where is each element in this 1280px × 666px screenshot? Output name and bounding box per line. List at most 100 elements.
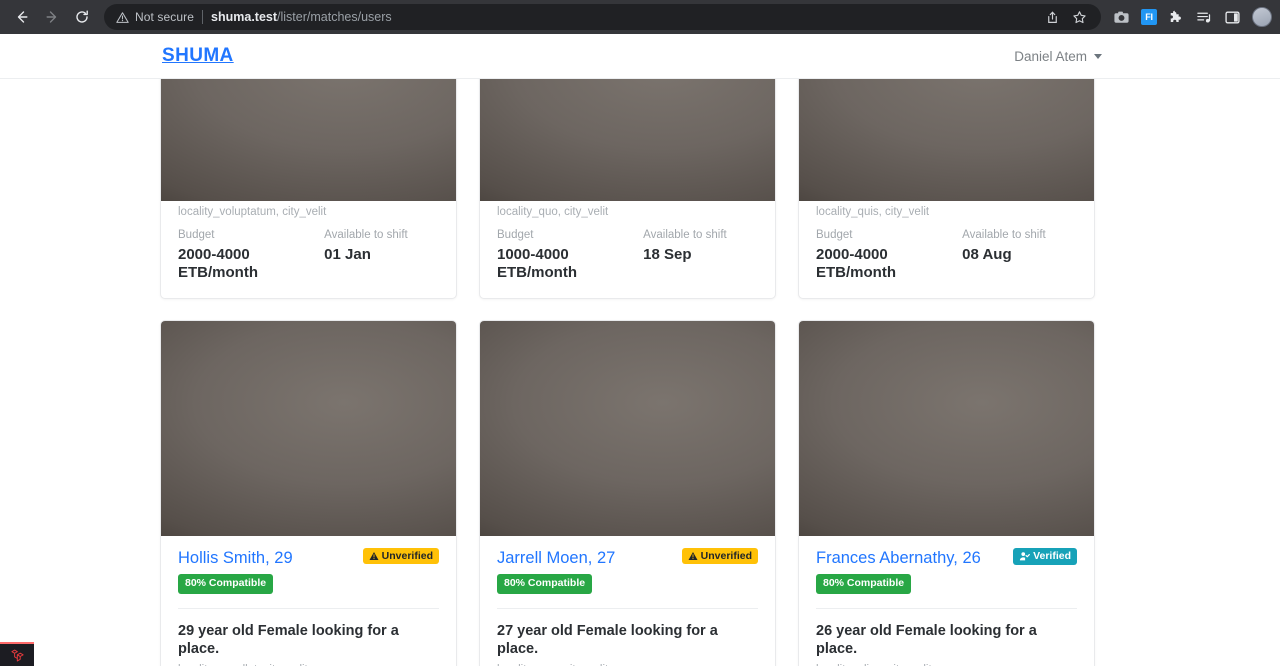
match-card[interactable]: locality_quo, city_velit Budget 1000-400… [479, 79, 776, 299]
puzzle-piece-icon[interactable] [1168, 9, 1185, 26]
match-name-link[interactable]: Frances Abernathy, 26 [816, 548, 981, 569]
match-photo [161, 79, 456, 201]
match-name-row: Frances Abernathy, 26 Verified [816, 547, 1077, 569]
warning-triangle-icon [688, 552, 698, 561]
budget-label: Budget [178, 229, 215, 241]
available-label: Available to shift [962, 229, 1046, 241]
match-card-body: locality_voluptatum, city_velit Budget 2… [161, 206, 456, 298]
browser-toolbar: Not secure shuma.test/lister/matches/use… [0, 0, 1280, 34]
match-name-row: Hollis Smith, 29 Unverified [178, 547, 439, 569]
match-meta: Budget 1000-4000 ETB/month Available to … [497, 229, 758, 282]
page-content: locality_voluptatum, city_velit Budget 2… [0, 79, 1280, 666]
star-icon[interactable] [1072, 10, 1087, 25]
match-photo [799, 79, 1094, 201]
available-label: Available to shift [324, 229, 408, 241]
match-headline: 26 year old Female looking for a place. [816, 622, 1037, 658]
camera-icon[interactable] [1113, 9, 1130, 26]
share-icon[interactable] [1045, 10, 1060, 25]
match-card[interactable]: Hollis Smith, 29 Unverified 80% Compatib… [160, 319, 457, 666]
user-menu[interactable]: Daniel Atem [1014, 49, 1102, 64]
match-card-body: Jarrell Moen, 27 Unverified 80% Compatib… [480, 536, 775, 666]
security-status-label: Not secure [135, 10, 195, 24]
match-availability: Available to shift 01 Jan [324, 229, 439, 282]
status-badge-label: Verified [1033, 550, 1071, 563]
available-value: 01 Jan [324, 245, 371, 263]
match-card-body: locality_quis, city_velit Budget 2000-40… [799, 206, 1094, 298]
not-secure-warning-icon [116, 11, 129, 24]
matches-row-partial: locality_voluptatum, city_velit Budget 2… [160, 79, 1120, 299]
status-badge: Unverified [362, 547, 439, 565]
matches-row: Hollis Smith, 29 Unverified 80% Compatib… [160, 319, 1120, 666]
browser-nav-buttons [8, 3, 96, 31]
status-badge-label: Unverified [700, 549, 752, 562]
card-divider [178, 607, 439, 609]
address-bar[interactable]: Not secure shuma.test/lister/matches/use… [104, 4, 1101, 30]
match-photo [161, 320, 456, 536]
chevron-down-icon [1094, 53, 1102, 59]
status-badge: Verified [1013, 547, 1077, 565]
match-name-link[interactable]: Jarrell Moen, 27 [497, 548, 615, 569]
match-card[interactable]: locality_quis, city_velit Budget 2000-40… [798, 79, 1095, 299]
match-card[interactable]: locality_voluptatum, city_velit Budget 2… [160, 79, 457, 299]
side-panel-icon[interactable] [1224, 9, 1241, 26]
match-headline: 29 year old Female looking for a place. [178, 622, 399, 658]
reload-icon [76, 10, 88, 23]
match-budget: Budget 2000-4000 ETB/month [178, 229, 324, 282]
match-photo [799, 320, 1094, 536]
match-photo [480, 79, 775, 201]
status-badge: Unverified [681, 547, 758, 565]
budget-label: Budget [816, 229, 853, 241]
available-value: 18 Sep [643, 245, 692, 263]
url-domain: shuma.test [211, 10, 278, 24]
card-divider [816, 607, 1077, 609]
available-label: Available to shift [643, 229, 727, 241]
url-path: /lister/matches/users [277, 10, 392, 24]
match-card[interactable]: Frances Abernathy, 26 Verified 80% Compa… [798, 319, 1095, 666]
compatibility-badge: 80% Compatible [816, 574, 912, 594]
match-card-body: locality_quo, city_velit Budget 1000-400… [480, 206, 775, 298]
brand-logo[interactable]: SHUMA [162, 45, 234, 67]
back-button[interactable] [8, 3, 36, 31]
taskbar-app-item[interactable] [0, 642, 34, 666]
user-menu-label: Daniel Atem [1014, 48, 1087, 64]
match-locality: locality_quo, city_velit [497, 206, 609, 218]
match-name-row: Jarrell Moen, 27 Unverified [497, 547, 758, 569]
match-locality: locality_voluptatum, city_velit [178, 206, 327, 218]
url-text: shuma.test/lister/matches/users [211, 10, 392, 24]
reload-button[interactable] [68, 3, 96, 31]
playlist-icon[interactable] [1196, 9, 1213, 26]
match-locality: locality_quis, city_velit [816, 206, 930, 218]
card-divider [497, 607, 758, 609]
omnibox-actions [1045, 10, 1089, 25]
back-arrow-icon [17, 11, 28, 23]
extension-fi-icon[interactable]: FI [1141, 9, 1157, 25]
compatibility-badge: 80% Compatible [497, 574, 593, 594]
omnibox-divider [202, 10, 204, 24]
match-card[interactable]: Jarrell Moen, 27 Unverified 80% Compatib… [479, 319, 776, 666]
user-check-icon [1019, 552, 1030, 561]
forward-arrow-icon [46, 11, 57, 23]
match-card-body: Frances Abernathy, 26 Verified 80% Compa… [799, 536, 1094, 666]
match-budget: Budget 1000-4000 ETB/month [497, 229, 643, 282]
matches-grid: locality_voluptatum, city_velit Budget 2… [160, 79, 1120, 666]
profile-avatar-icon[interactable] [1252, 7, 1272, 27]
budget-value: 1000-4000 ETB/month [497, 245, 577, 281]
budget-value: 2000-4000 ETB/month [178, 245, 258, 281]
match-budget: Budget 2000-4000 ETB/month [816, 229, 962, 282]
budget-value: 2000-4000 ETB/month [816, 245, 896, 281]
match-headline: 27 year old Female looking for a place. [497, 622, 718, 658]
status-badge-label: Unverified [381, 549, 433, 562]
match-availability: Available to shift 08 Aug [962, 229, 1077, 282]
compatibility-badge: 80% Compatible [178, 574, 274, 594]
match-card-body: Hollis Smith, 29 Unverified 80% Compatib… [161, 536, 456, 666]
browser-extension-actions: FI [1107, 7, 1272, 27]
match-name-link[interactable]: Hollis Smith, 29 [178, 548, 293, 569]
app-header: SHUMA Daniel Atem [0, 34, 1280, 79]
warning-triangle-icon [369, 552, 379, 561]
forward-button[interactable] [38, 3, 66, 31]
laravel-app-icon [10, 649, 24, 662]
match-availability: Available to shift 18 Sep [643, 229, 758, 282]
budget-label: Budget [497, 229, 534, 241]
match-meta: Budget 2000-4000 ETB/month Available to … [816, 229, 1077, 282]
match-meta: Budget 2000-4000 ETB/month Available to … [178, 229, 439, 282]
